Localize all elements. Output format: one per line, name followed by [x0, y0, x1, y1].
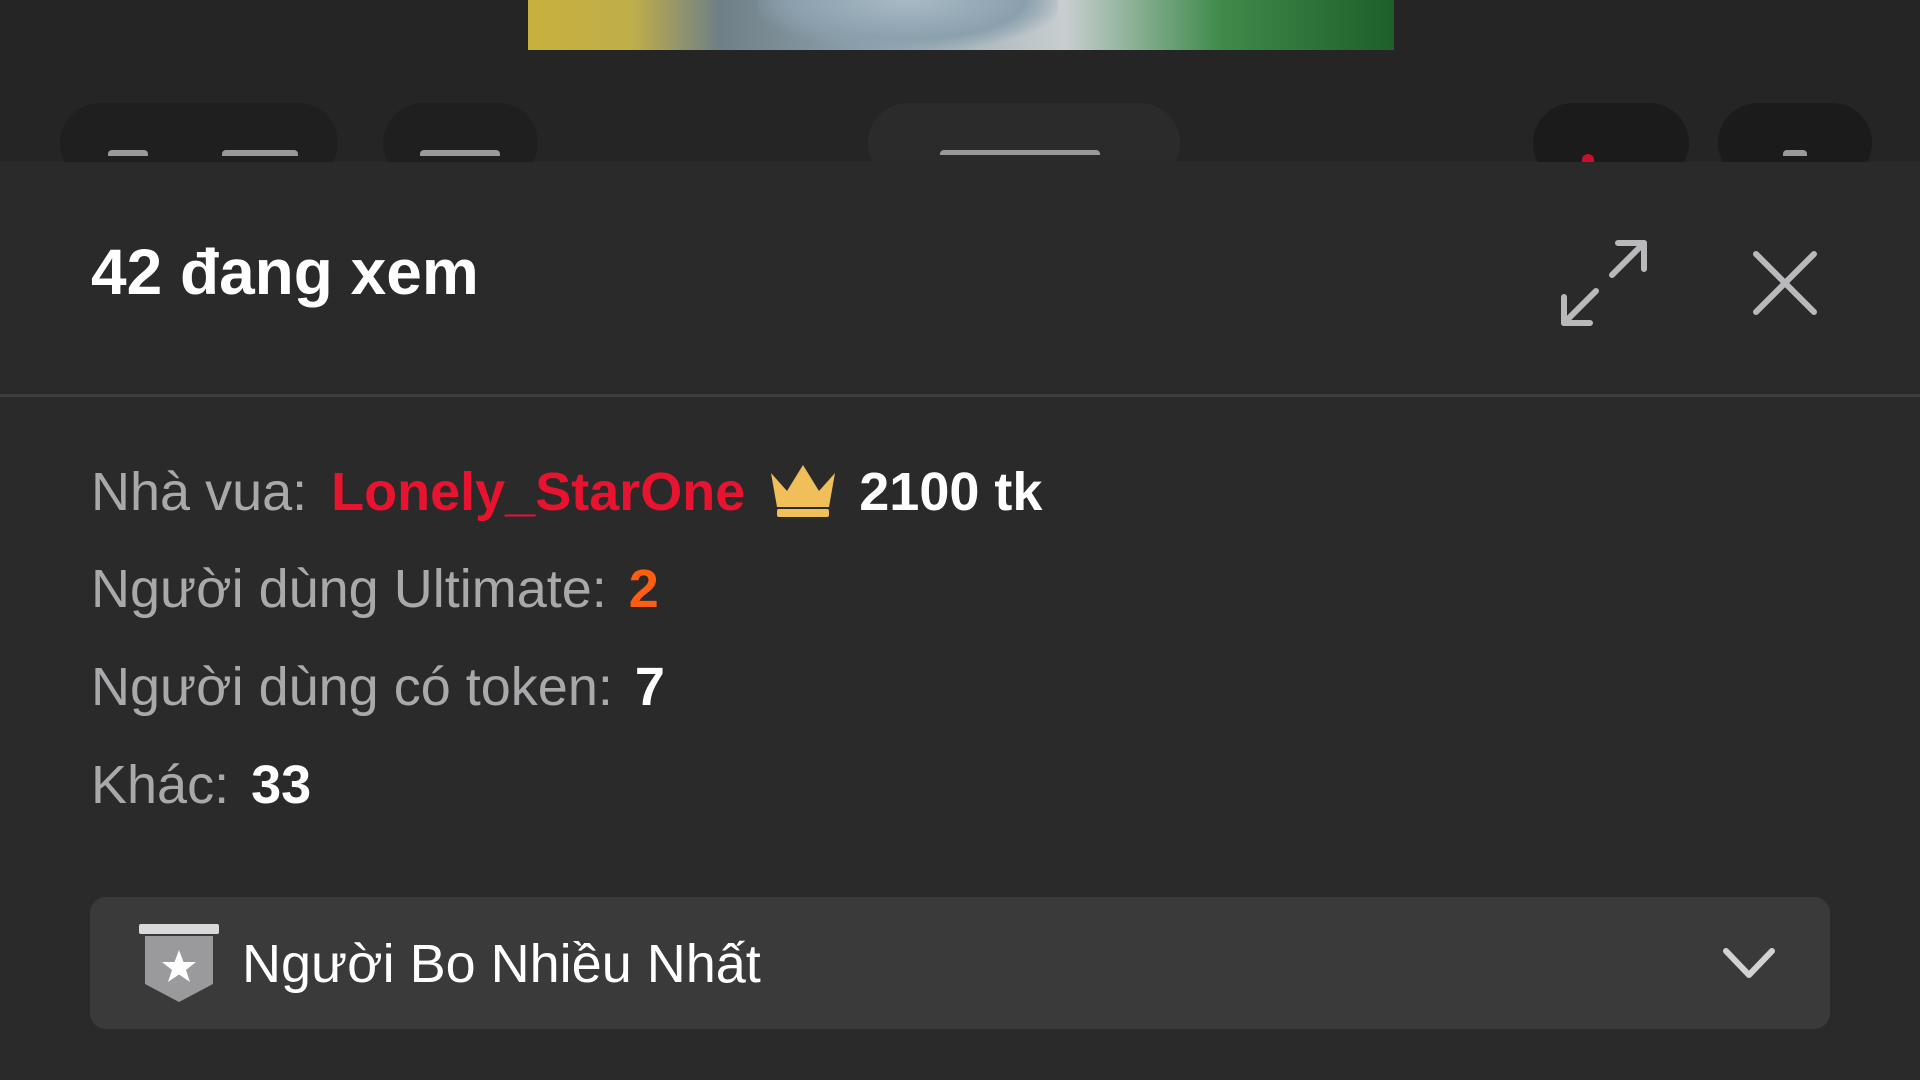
- header-divider: [0, 394, 1920, 397]
- record-dot: [1582, 154, 1594, 162]
- close-x-icon[interactable]: [1742, 240, 1828, 326]
- viewer-count-title: 42 đang xem: [91, 236, 479, 308]
- crown-icon: [771, 465, 836, 517]
- ultimate-label: Người dùng Ultimate:: [91, 559, 607, 619]
- king-row: Nhà vua: Lonely_StarOne 2100 tk: [91, 463, 1042, 521]
- expand-arrows-icon[interactable]: [1556, 235, 1652, 331]
- top-tippers-dropdown[interactable]: Người Bo Nhiều Nhất: [90, 897, 1830, 1029]
- king-amount: 2100 tk: [859, 462, 1043, 522]
- king-label: Nhà vua:: [91, 462, 308, 522]
- dropdown-label: Người Bo Nhiều Nhất: [242, 934, 761, 994]
- other-row: Khác: 33: [91, 758, 311, 812]
- star-badge-icon: [139, 924, 219, 1002]
- token-users-label: Người dùng có token:: [91, 657, 613, 717]
- other-count: 33: [251, 755, 312, 815]
- chevron-down-icon: [1723, 948, 1775, 978]
- video-area: [0, 0, 1920, 183]
- video-thumbnail: [528, 0, 1394, 50]
- king-username[interactable]: Lonely_StarOne: [331, 465, 745, 519]
- other-label: Khác:: [91, 755, 230, 815]
- ultimate-count: 2: [628, 559, 659, 619]
- token-users-row: Người dùng có token: 7: [91, 660, 665, 714]
- ultimate-row: Người dùng Ultimate: 2: [91, 562, 659, 616]
- token-users-count: 7: [634, 657, 665, 717]
